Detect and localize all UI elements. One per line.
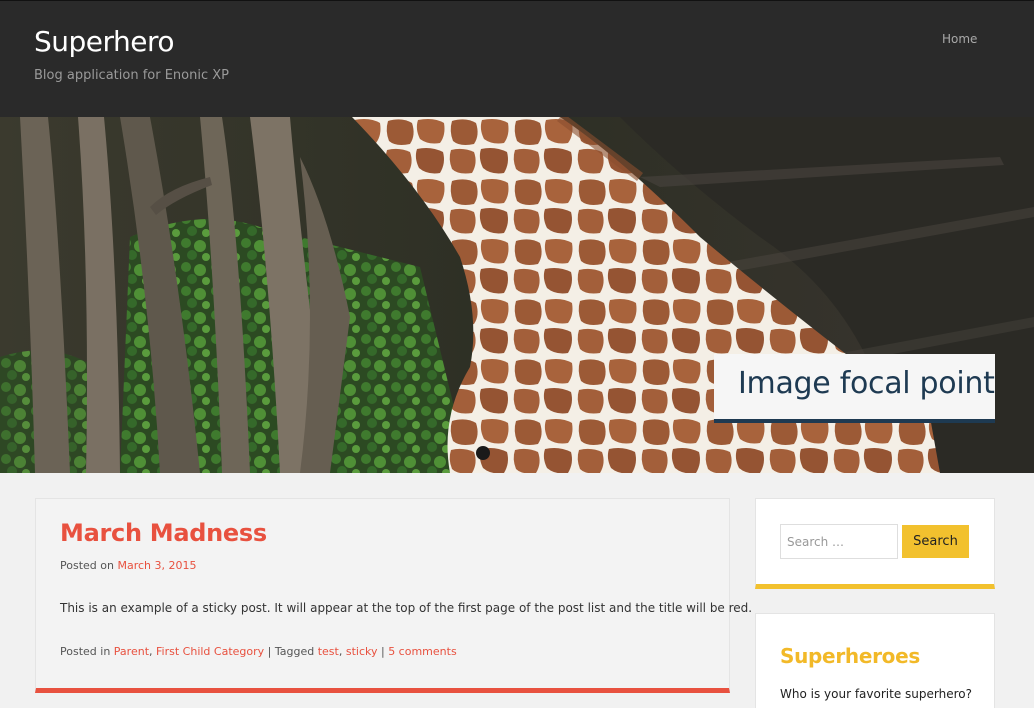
nav-home-link[interactable]: Home bbox=[942, 32, 977, 46]
post-meta: Posted on March 3, 2015 bbox=[60, 559, 196, 572]
post-excerpt: This is an example of a sticky post. It … bbox=[60, 601, 753, 615]
post-card: March Madness Posted on March 3, 2015 Th… bbox=[35, 498, 752, 693]
search-button[interactable]: Search bbox=[902, 525, 969, 558]
site-description: Blog application for Enonic XP bbox=[34, 68, 229, 83]
superheroes-widget-text: Who is your favorite superhero? bbox=[780, 687, 972, 701]
post-title[interactable]: March Madness bbox=[60, 519, 267, 547]
hero-image: Image focal point bbox=[0, 117, 1034, 473]
focal-point-marker[interactable] bbox=[476, 446, 490, 460]
posted-on-label: Posted on bbox=[60, 559, 114, 572]
tag-link-sticky[interactable]: sticky bbox=[346, 645, 378, 658]
post-footer: Posted in Parent, First Child Category |… bbox=[60, 645, 457, 658]
search-input[interactable] bbox=[780, 524, 898, 559]
site-title[interactable]: Superhero bbox=[34, 25, 175, 58]
post-date-link[interactable]: March 3, 2015 bbox=[117, 559, 196, 572]
site-header: Superhero Blog application for Enonic XP… bbox=[0, 0, 1034, 117]
focal-point-caption: Image focal point bbox=[714, 354, 995, 423]
tag-link-test[interactable]: test bbox=[318, 645, 339, 658]
superheroes-widget-title: Superheroes bbox=[780, 644, 920, 668]
category-link-first-child[interactable]: First Child Category bbox=[156, 645, 264, 658]
focal-point-caption-text: Image focal point bbox=[738, 366, 995, 401]
superheroes-widget: Superheroes Who is your favorite superhe… bbox=[755, 613, 995, 708]
comments-link[interactable]: 5 comments bbox=[388, 645, 457, 658]
tagged-label: Tagged bbox=[274, 645, 315, 658]
posted-in-label: Posted in bbox=[60, 645, 111, 658]
category-link-parent[interactable]: Parent bbox=[114, 645, 149, 658]
search-widget: Search bbox=[755, 498, 995, 589]
